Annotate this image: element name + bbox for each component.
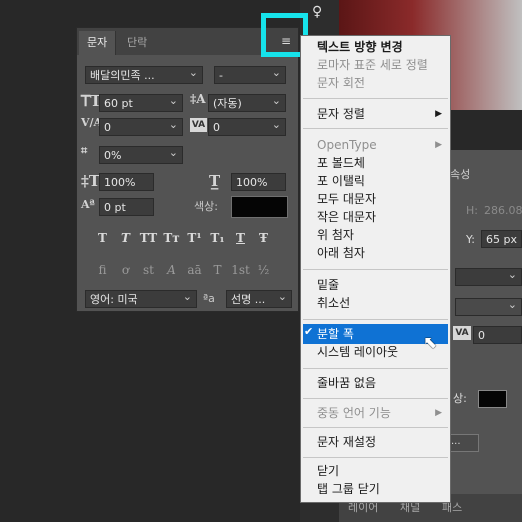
menu-item-underline[interactable]: 밑줄 — [317, 276, 447, 294]
properties-color-swatch[interactable] — [478, 390, 507, 408]
y-label: Y: — [466, 233, 475, 246]
menu-item-middle-eastern-features: 중동 언어 기능 ▶ — [317, 404, 447, 422]
tracking-icon: VA — [453, 326, 471, 340]
submenu-arrow-icon: ▶ — [435, 140, 442, 150]
y-field[interactable]: 65 px — [481, 230, 522, 248]
menu-item-label: OpenType — [317, 138, 377, 152]
ligatures-button[interactable]: fi — [91, 263, 114, 277]
color-label: 색상: — [194, 200, 218, 213]
menu-separator — [303, 319, 448, 320]
properties-field[interactable]: 0 — [473, 326, 522, 344]
menu-item-character-align[interactable]: 문자 정렬 ▶ — [317, 105, 447, 123]
faux-style-buttons: T T TT Tт T¹ T₁ T Ŧ — [91, 231, 275, 245]
kerning-field[interactable]: 0 — [99, 116, 183, 136]
faux-bold-button[interactable]: T — [91, 231, 114, 245]
contextual-alternates-button[interactable]: st — [137, 263, 160, 277]
menu-item-subscript[interactable]: 아래 첨자 — [317, 244, 447, 262]
tsume-field[interactable]: 0% — [99, 144, 183, 164]
menu-item-label: 중동 언어 기능 — [317, 406, 391, 420]
language-select[interactable]: 영어: 미국 — [85, 288, 197, 308]
tracking-field[interactable]: 0 — [208, 116, 286, 136]
panel-flyout-menu: 텍스트 방향 변경 로마자 표준 세로 정렬 문자 회전 문자 정렬 ▶ Open… — [300, 35, 451, 503]
submenu-arrow-icon: ▶ — [435, 109, 442, 119]
menu-separator — [303, 427, 448, 428]
titling-alternates-button[interactable]: T — [206, 263, 229, 277]
antialias-icon: ªa — [203, 292, 215, 305]
properties-dropdown[interactable] — [455, 266, 522, 286]
menu-item-faux-bold[interactable]: 포 볼드체 — [317, 154, 447, 172]
mouse-cursor-icon: ⬉ — [423, 333, 438, 353]
swash-button[interactable]: A — [160, 263, 183, 277]
discretionary-ligatures-button[interactable]: ơ — [114, 263, 137, 277]
properties-color-label: 상: — [453, 392, 467, 405]
ordinals-button[interactable]: 1st — [229, 263, 252, 277]
horizontal-scale-icon: T̲ — [209, 172, 221, 190]
menu-item-strikethrough[interactable]: 취소선 — [317, 294, 447, 312]
menu-item-all-caps[interactable]: 모두 대문자 — [317, 190, 447, 208]
character-panel: 문자 단락 » ≡ 배달의민족 ... - ꓔT 60 pt ‡A (자동) V… — [76, 27, 299, 312]
menu-item-close[interactable]: 닫기 — [317, 462, 447, 480]
menu-item-close-tab-group[interactable]: 탭 그룹 닫기 — [317, 480, 447, 498]
menu-item-opentype: OpenType ▶ — [317, 136, 447, 154]
font-family-select[interactable]: 배달의민족 ... — [85, 64, 203, 84]
menu-item-standard-vertical-roman-alignment: 로마자 표준 세로 정렬 — [317, 58, 428, 72]
leading-field[interactable]: (자동) — [208, 92, 286, 112]
tab-character[interactable]: 문자 — [79, 31, 117, 55]
baseline-shift-field[interactable]: 0 pt — [99, 198, 154, 216]
tsume-icon: ⌗ — [81, 144, 88, 157]
subscript-button[interactable]: T₁ — [206, 231, 229, 245]
menu-item-small-caps[interactable]: 작은 대문자 — [317, 208, 447, 226]
tab-paragraph[interactable]: 단락 — [119, 31, 155, 55]
tracking-icon: VA — [190, 118, 207, 132]
menu-separator — [303, 128, 448, 129]
opentype-buttons: fi ơ st Aaā T 1st ½ — [91, 263, 275, 277]
strikethrough-button[interactable]: Ŧ — [252, 231, 275, 245]
properties-more-button[interactable]: ... — [450, 434, 479, 452]
fractions-button[interactable]: ½ — [252, 263, 275, 277]
font-style-select[interactable]: - — [214, 64, 286, 84]
h-value[interactable]: 286.08 — [484, 204, 522, 217]
submenu-arrow-icon: ▶ — [435, 408, 442, 418]
menu-item-superscript[interactable]: 위 첨자 — [317, 226, 447, 244]
menu-item-faux-italic[interactable]: 포 이탤릭 — [317, 172, 447, 190]
tool-icon[interactable]: ♀ — [312, 4, 322, 20]
menu-item-change-text-orientation[interactable]: 텍스트 방향 변경 — [317, 38, 447, 56]
menu-separator — [303, 457, 448, 458]
properties-dropdown-2[interactable] — [455, 296, 522, 316]
horizontal-scale-field[interactable]: 100% — [231, 173, 286, 191]
antialias-select[interactable]: 선명 ... — [226, 288, 292, 308]
vertical-scale-field[interactable]: 100% — [99, 173, 154, 191]
stylistic-alternates-button[interactable]: aā — [183, 263, 206, 277]
font-size-field[interactable]: 60 pt — [99, 92, 183, 112]
all-caps-button[interactable]: TT — [137, 231, 160, 245]
vertical-scale-icon: ‡T — [81, 172, 101, 190]
underline-button[interactable]: T — [229, 231, 252, 245]
baseline-shift-icon: Aª — [81, 198, 95, 211]
properties-title: 속성 — [450, 168, 471, 181]
h-label: H: — [466, 204, 478, 217]
small-caps-button[interactable]: Tт — [160, 231, 183, 245]
faux-italic-button[interactable]: T — [114, 231, 137, 245]
text-color-swatch[interactable] — [231, 196, 288, 218]
menu-separator — [303, 98, 448, 99]
menu-separator — [303, 368, 448, 369]
leading-icon: ‡A — [190, 92, 206, 106]
menu-item-rotate-character: 문자 회전 — [317, 76, 365, 90]
superscript-button[interactable]: T¹ — [183, 231, 206, 245]
menu-separator — [303, 398, 448, 399]
checkmark-icon: ✔ — [304, 325, 314, 338]
menu-separator — [303, 269, 448, 270]
menu-item-no-break[interactable]: 줄바꿈 없음 — [317, 374, 447, 392]
menu-item-reset-character[interactable]: 문자 재설정 — [317, 433, 447, 451]
menu-item-label: 문자 정렬 — [317, 107, 365, 121]
